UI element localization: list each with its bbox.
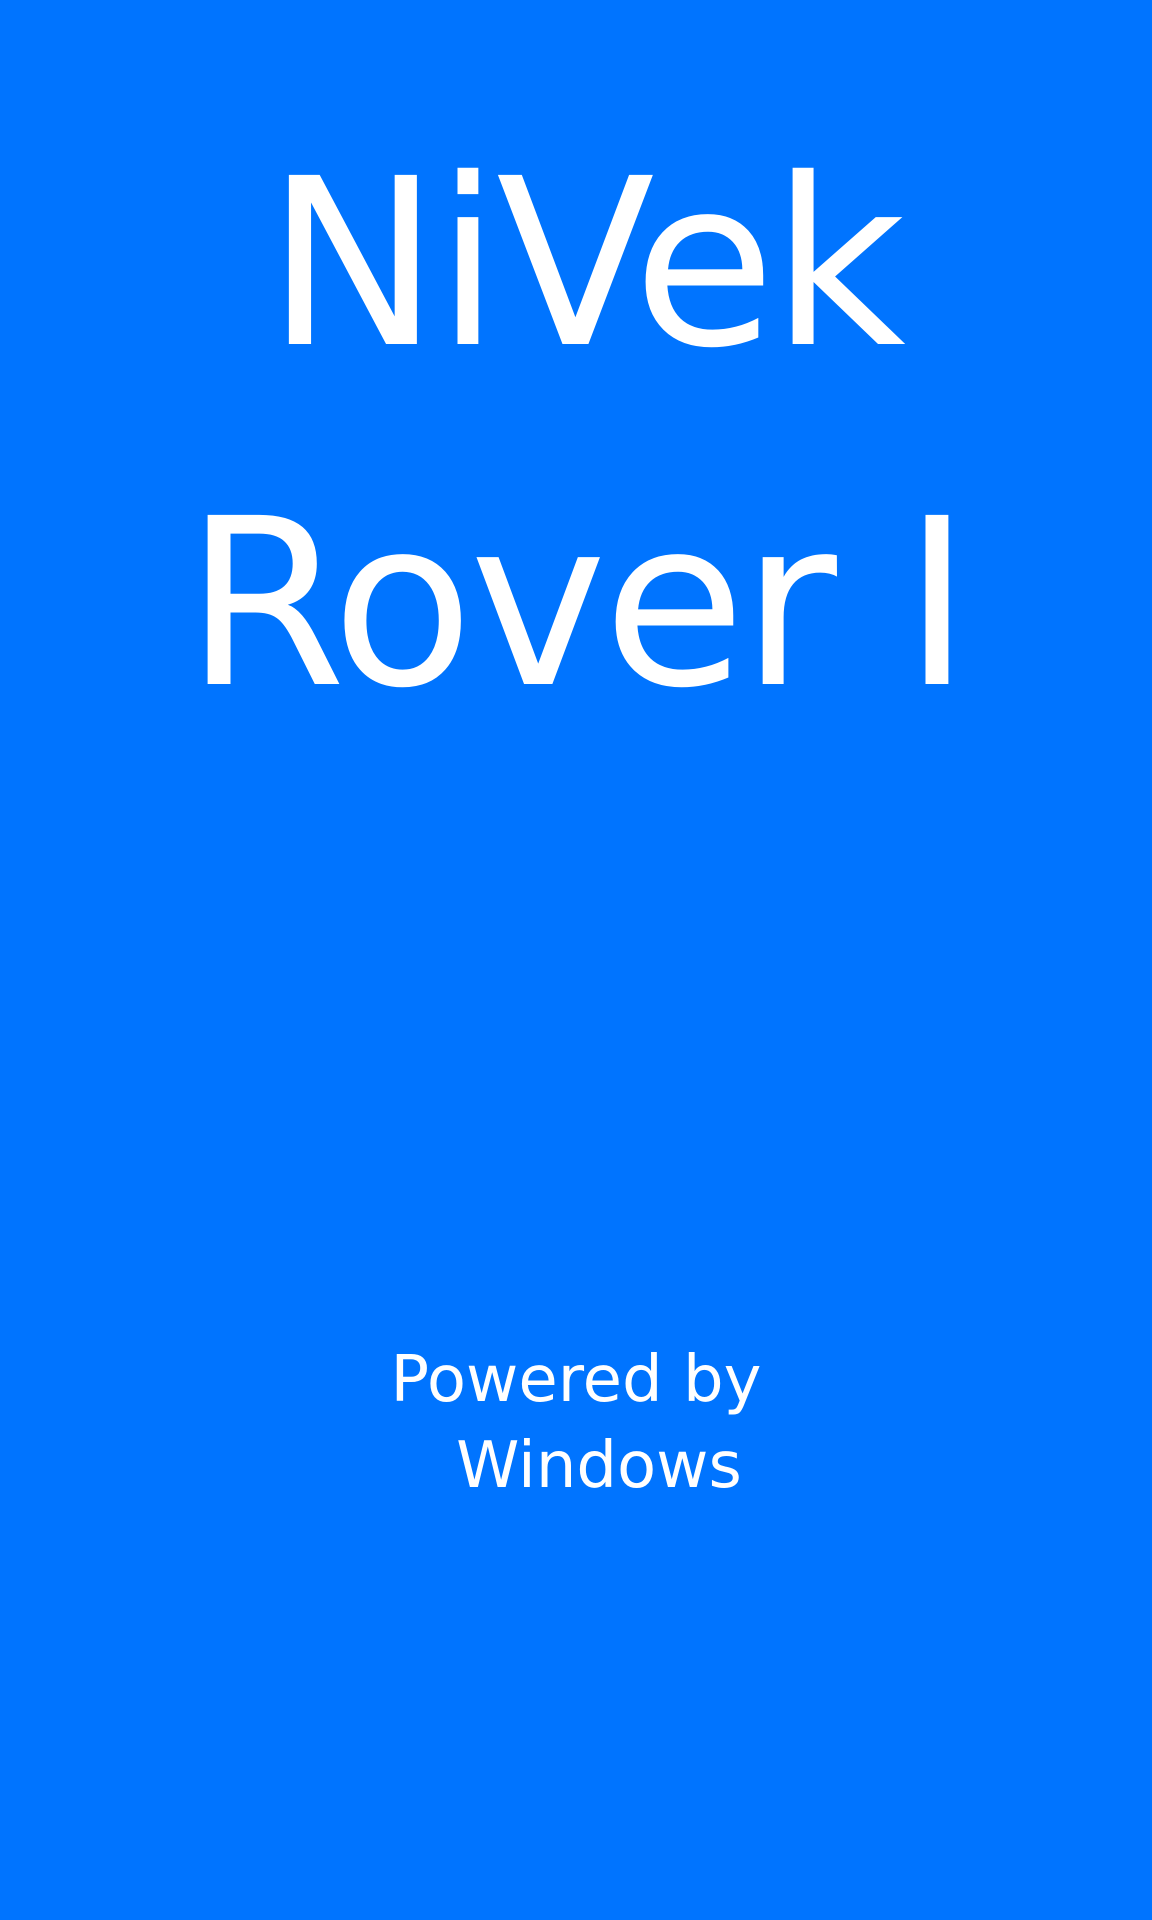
powered-by-line-2: Windows bbox=[456, 1429, 742, 1503]
app-title-line-2: Rover I bbox=[184, 469, 971, 739]
powered-by-line-1: Powered by bbox=[390, 1343, 762, 1417]
powered-by-text: Powered by Windows bbox=[0, 1337, 1152, 1509]
app-title-line-1: NiVek bbox=[266, 129, 906, 399]
splash-screen: NiVek Rover I Powered by Windows bbox=[0, 0, 1152, 1920]
